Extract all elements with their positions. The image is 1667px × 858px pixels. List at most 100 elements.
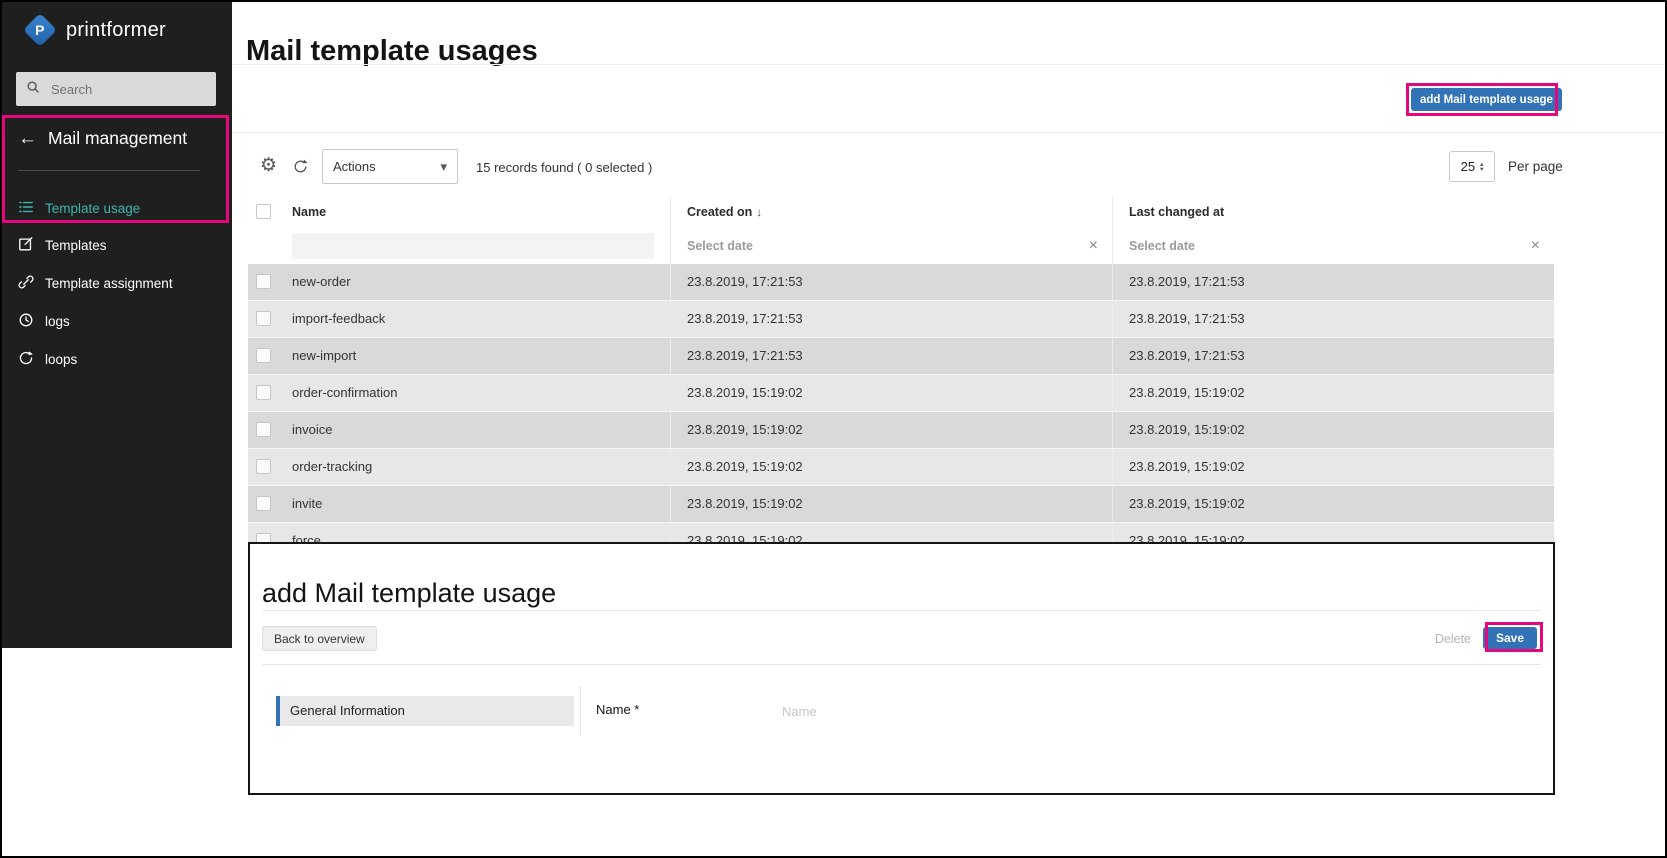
table-row[interactable]: invite 23.8.2019, 15:19:02 23.8.2019, 15…	[248, 486, 1554, 523]
row-name: order-tracking	[282, 449, 670, 485]
row-checkbox[interactable]	[256, 311, 271, 326]
row-changed: 23.8.2019, 15:19:02	[1112, 486, 1554, 522]
loop-icon	[18, 350, 34, 369]
records-count-text: 15 records found ( 0 selected )	[476, 160, 652, 175]
sidebar-item-templates[interactable]: Templates	[18, 236, 107, 255]
settings-gear-icon[interactable]: ⚙	[260, 154, 277, 177]
row-name: invoice	[282, 412, 670, 448]
per-page-label: Per page	[1508, 159, 1563, 174]
column-header-last-changed[interactable]: Last changed at	[1112, 196, 1554, 228]
header-divider	[232, 64, 1665, 65]
row-checkbox[interactable]	[256, 422, 271, 437]
created-on-date-filter[interactable]: Select date ×	[670, 228, 1112, 264]
save-button[interactable]: Save	[1483, 627, 1537, 649]
modal-vertical-divider	[580, 686, 581, 736]
row-checkbox[interactable]	[256, 274, 271, 289]
printformer-logo-icon: P	[23, 13, 57, 47]
column-header-name[interactable]: Name	[282, 196, 670, 228]
sidebar-item-loops[interactable]: loops	[18, 350, 77, 369]
sort-desc-icon: ↓	[756, 205, 762, 219]
row-checkbox[interactable]	[256, 496, 271, 511]
date-filter-placeholder: Select date	[687, 239, 753, 253]
select-all-checkbox[interactable]	[256, 204, 271, 219]
toolbar-divider	[232, 132, 1665, 133]
tab-general-information[interactable]: General Information	[276, 696, 574, 726]
chevron-down-icon: ▾	[440, 159, 447, 175]
actions-dropdown[interactable]: Actions ▾	[322, 149, 458, 184]
date-filter-placeholder: Select date	[1129, 239, 1195, 253]
row-changed: 23.8.2019, 15:19:02	[1112, 412, 1554, 448]
delete-button[interactable]: Delete	[1429, 631, 1477, 647]
brand: P printformer	[28, 18, 166, 42]
history-clock-icon	[18, 312, 34, 331]
sidebar: P printformer ← Mail management Template…	[2, 2, 232, 648]
search-input[interactable]	[49, 81, 206, 98]
sidebar-item-label: logs	[45, 314, 70, 329]
table-row[interactable]: import-feedback 23.8.2019, 17:21:53 23.8…	[248, 301, 1554, 338]
back-to-mail-management[interactable]: ← Mail management	[18, 128, 187, 149]
sidebar-item-label: loops	[45, 352, 77, 367]
back-arrow-icon: ←	[18, 129, 37, 148]
sidebar-item-logs[interactable]: logs	[18, 312, 70, 331]
row-created: 23.8.2019, 15:19:02	[670, 449, 1112, 485]
table-header-row: Name Created on↓ Last changed at	[248, 196, 1554, 228]
stepper-icon: ▴▾	[1480, 162, 1483, 172]
mail-template-table: Name Created on↓ Last changed at Select …	[248, 196, 1554, 560]
row-name: order-confirmation	[282, 375, 670, 411]
actions-dropdown-label: Actions	[333, 159, 376, 174]
per-page-value: 25	[1461, 159, 1475, 174]
table-row[interactable]: new-import 23.8.2019, 17:21:53 23.8.2019…	[248, 338, 1554, 375]
name-filter-input[interactable]	[292, 233, 654, 259]
column-header-created-on[interactable]: Created on↓	[670, 196, 1112, 228]
row-created: 23.8.2019, 15:19:02	[670, 412, 1112, 448]
row-changed: 23.8.2019, 17:21:53	[1112, 264, 1554, 300]
list-icon	[18, 199, 34, 218]
sidebar-item-label: Template usage	[45, 201, 140, 216]
name-field-label: Name *	[596, 702, 639, 717]
table-row[interactable]: new-order 23.8.2019, 17:21:53 23.8.2019,…	[248, 264, 1554, 301]
row-name: new-import	[282, 338, 670, 374]
sidebar-item-label: Templates	[45, 238, 107, 253]
row-created: 23.8.2019, 17:21:53	[670, 301, 1112, 337]
edit-icon	[18, 236, 34, 255]
clear-date-icon[interactable]: ×	[1089, 238, 1098, 254]
sidebar-search[interactable]	[16, 72, 216, 106]
row-name: import-feedback	[282, 301, 670, 337]
back-label: Mail management	[48, 128, 187, 149]
table-row[interactable]: order-confirmation 23.8.2019, 15:19:02 2…	[248, 375, 1554, 412]
row-changed: 23.8.2019, 15:19:02	[1112, 375, 1554, 411]
sidebar-item-template-usage[interactable]: Template usage	[18, 199, 140, 218]
row-created: 23.8.2019, 17:21:53	[670, 264, 1112, 300]
row-name: new-order	[282, 264, 670, 300]
link-icon	[18, 274, 34, 293]
add-mail-template-usage-button[interactable]: add Mail template usage	[1411, 88, 1562, 111]
app-window: P printformer ← Mail management Template…	[0, 0, 1667, 858]
name-field[interactable]	[780, 696, 1520, 726]
last-changed-date-filter[interactable]: Select date ×	[1112, 228, 1554, 264]
row-checkbox[interactable]	[256, 459, 271, 474]
modal-divider	[262, 610, 1541, 611]
row-changed: 23.8.2019, 17:21:53	[1112, 338, 1554, 374]
row-checkbox[interactable]	[256, 348, 271, 363]
row-name: invite	[282, 486, 670, 522]
search-icon	[26, 80, 40, 99]
modal-divider	[262, 664, 1541, 665]
row-checkbox[interactable]	[256, 385, 271, 400]
row-changed: 23.8.2019, 15:19:02	[1112, 449, 1554, 485]
table-row[interactable]: invoice 23.8.2019, 15:19:02 23.8.2019, 1…	[248, 412, 1554, 449]
add-mail-template-usage-modal: add Mail template usage Back to overview…	[248, 542, 1555, 795]
row-changed: 23.8.2019, 17:21:53	[1112, 301, 1554, 337]
row-created: 23.8.2019, 15:19:02	[670, 375, 1112, 411]
back-to-overview-button[interactable]: Back to overview	[262, 626, 377, 651]
modal-title: add Mail template usage	[262, 578, 556, 609]
sidebar-item-template-assignment[interactable]: Template assignment	[18, 274, 173, 293]
refresh-icon[interactable]	[292, 158, 309, 180]
sidebar-divider	[18, 170, 200, 171]
table-rows: new-order 23.8.2019, 17:21:53 23.8.2019,…	[248, 264, 1554, 560]
table-filter-row: Select date × Select date ×	[248, 228, 1554, 264]
per-page-select[interactable]: 25 ▴▾	[1449, 151, 1495, 182]
table-row[interactable]: order-tracking 23.8.2019, 15:19:02 23.8.…	[248, 449, 1554, 486]
sidebar-item-label: Template assignment	[45, 276, 173, 291]
clear-date-icon[interactable]: ×	[1531, 238, 1540, 254]
brand-name: printformer	[66, 19, 166, 42]
